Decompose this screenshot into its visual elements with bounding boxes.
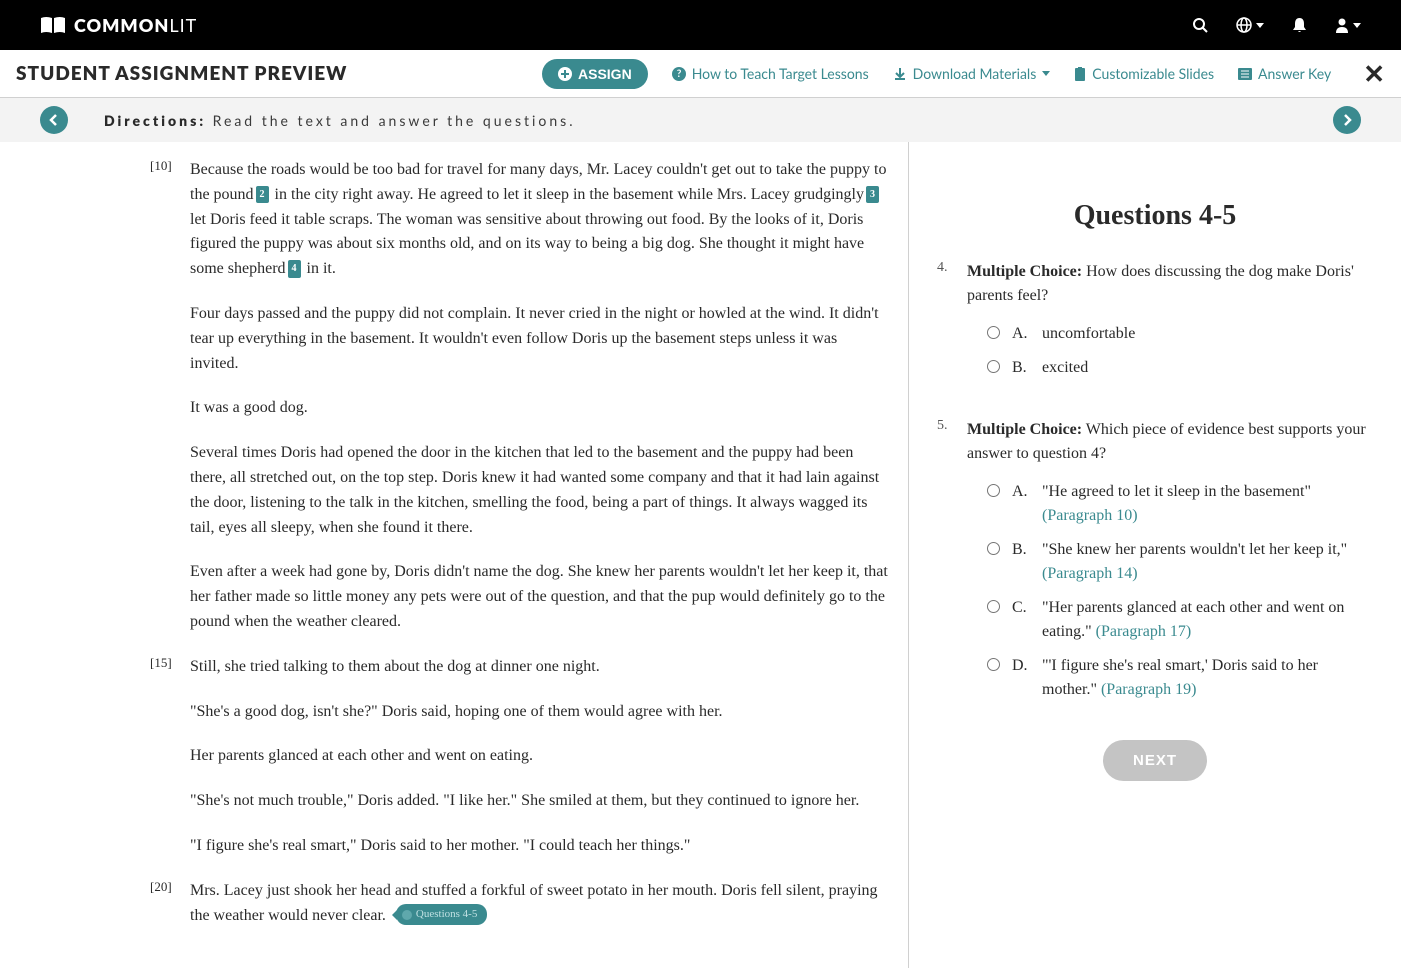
top-nav-right [1192,17,1361,33]
paragraph-link[interactable]: (Paragraph 10) [1042,507,1138,524]
paragraph: Four days passed and the puppy did not c… [190,302,888,376]
user-icon[interactable] [1335,18,1361,33]
questions-panel: Questions 4-5 4. Multiple Choice: How do… [909,142,1401,968]
logo-text: COMMONLIT [74,14,197,36]
paragraph-text: Her parents glanced at each other and we… [190,744,888,769]
assign-button[interactable]: ASSIGN [542,59,648,89]
dot-icon [402,910,412,920]
question-body: Multiple Choice: How does discussing the… [967,260,1373,390]
next-questions-button[interactable]: NEXT [1103,740,1207,781]
question-pill[interactable]: Questions 4-5 [396,904,487,925]
questions-heading: Questions 4-5 [937,200,1373,232]
how-to-teach-link[interactable]: ? How to Teach Target Lessons [672,65,869,82]
logo[interactable]: COMMONLIT [40,14,197,36]
question-prompt: Multiple Choice: Which piece of evidence… [967,418,1373,466]
question-body: Multiple Choice: Which piece of evidence… [967,418,1373,712]
download-materials-link[interactable]: Download Materials [893,65,1051,82]
top-nav: COMMONLIT [0,0,1401,50]
directions-text: Directions: Read the text and answer the… [104,112,576,129]
search-icon[interactable] [1192,17,1208,33]
paragraph-text: Several times Doris had opened the door … [190,441,888,540]
option[interactable]: B.excited [987,356,1373,380]
paragraph: Several times Doris had opened the door … [190,441,888,540]
toolbar: STUDENT ASSIGNMENT PREVIEW ASSIGN ? How … [0,50,1401,98]
toolbar-right: ASSIGN ? How to Teach Target Lessons Dow… [542,57,1385,90]
download-icon [893,67,907,81]
paragraph-text: It was a good dog. [190,396,888,421]
option[interactable]: A."He agreed to let it sleep in the base… [987,480,1373,528]
answer-key-link[interactable]: Answer Key [1238,65,1331,82]
radio-input[interactable] [987,542,1000,555]
paragraph: Even after a week had gone by, Doris did… [190,560,888,634]
paragraph-text: Four days passed and the puppy did not c… [190,302,888,376]
paragraph: "She's not much trouble," Doris added. "… [190,789,888,814]
question: 5. Multiple Choice: Which piece of evide… [937,418,1373,712]
paragraph-text: Because the roads would be too bad for t… [190,158,888,282]
paragraph-number: [15] [150,655,172,671]
paragraph-number: [10] [150,158,172,174]
caret-down-icon [1042,71,1050,76]
svg-text:?: ? [676,68,681,80]
language-icon[interactable] [1236,17,1264,33]
clipboard-icon [1074,67,1086,81]
option[interactable]: C."Her parents glanced at each other and… [987,596,1373,644]
close-icon[interactable]: ✕ [1363,57,1385,90]
help-circle-icon: ? [672,67,686,81]
footnote-marker[interactable]: 4 [288,260,301,278]
bell-icon[interactable] [1292,17,1307,33]
radio-input[interactable] [987,658,1000,671]
prev-button[interactable] [40,106,68,134]
list-icon [1238,68,1252,80]
paragraph: It was a good dog. [190,396,888,421]
radio-input[interactable] [987,600,1000,613]
question-number: 4. [937,260,953,390]
paragraph-link[interactable]: (Paragraph 14) [1042,565,1138,582]
radio-input[interactable] [987,326,1000,339]
main-content: [10] Because the roads would be too bad … [0,142,1401,968]
question-prompt: Multiple Choice: How does discussing the… [967,260,1373,308]
reading-panel: [10] Because the roads would be too bad … [0,142,909,968]
paragraph: "She's a good dog, isn't she?" Doris sai… [190,700,888,725]
paragraph: [15] Still, she tried talking to them ab… [190,655,888,680]
paragraph: Her parents glanced at each other and we… [190,744,888,769]
radio-input[interactable] [987,484,1000,497]
plus-circle-icon [558,67,572,81]
paragraph: [10] Because the roads would be too bad … [190,158,888,282]
paragraph-text: Mrs. Lacey just shook her head and stuff… [190,879,888,929]
paragraph-text: Still, she tried talking to them about t… [190,655,888,680]
option[interactable]: D."'I figure she's real smart,' Doris sa… [987,654,1373,702]
radio-input[interactable] [987,360,1000,373]
paragraph-link[interactable]: (Paragraph 17) [1096,623,1192,640]
page-title: STUDENT ASSIGNMENT PREVIEW [16,62,347,85]
paragraph-text: "She's a good dog, isn't she?" Doris sai… [190,700,888,725]
paragraph-text: Even after a week had gone by, Doris did… [190,560,888,634]
option[interactable]: A.uncomfortable [987,322,1373,346]
paragraph-text: "I figure she's real smart," Doris said … [190,834,888,859]
footnote-marker[interactable]: 3 [866,186,879,204]
directions-bar: Directions: Read the text and answer the… [0,98,1401,142]
paragraph-text: "She's not much trouble," Doris added. "… [190,789,888,814]
question: 4. Multiple Choice: How does discussing … [937,260,1373,390]
paragraph: [20] Mrs. Lacey just shook her head and … [190,879,888,929]
book-icon [40,16,66,34]
paragraph-link[interactable]: (Paragraph 19) [1101,681,1197,698]
footnote-marker[interactable]: 2 [256,186,269,204]
option[interactable]: B."She knew her parents wouldn't let her… [987,538,1373,586]
next-button[interactable] [1333,106,1361,134]
paragraph-number: [20] [150,879,172,895]
customizable-slides-link[interactable]: Customizable Slides [1074,65,1214,82]
question-number: 5. [937,418,953,712]
paragraph: "I figure she's real smart," Doris said … [190,834,888,859]
